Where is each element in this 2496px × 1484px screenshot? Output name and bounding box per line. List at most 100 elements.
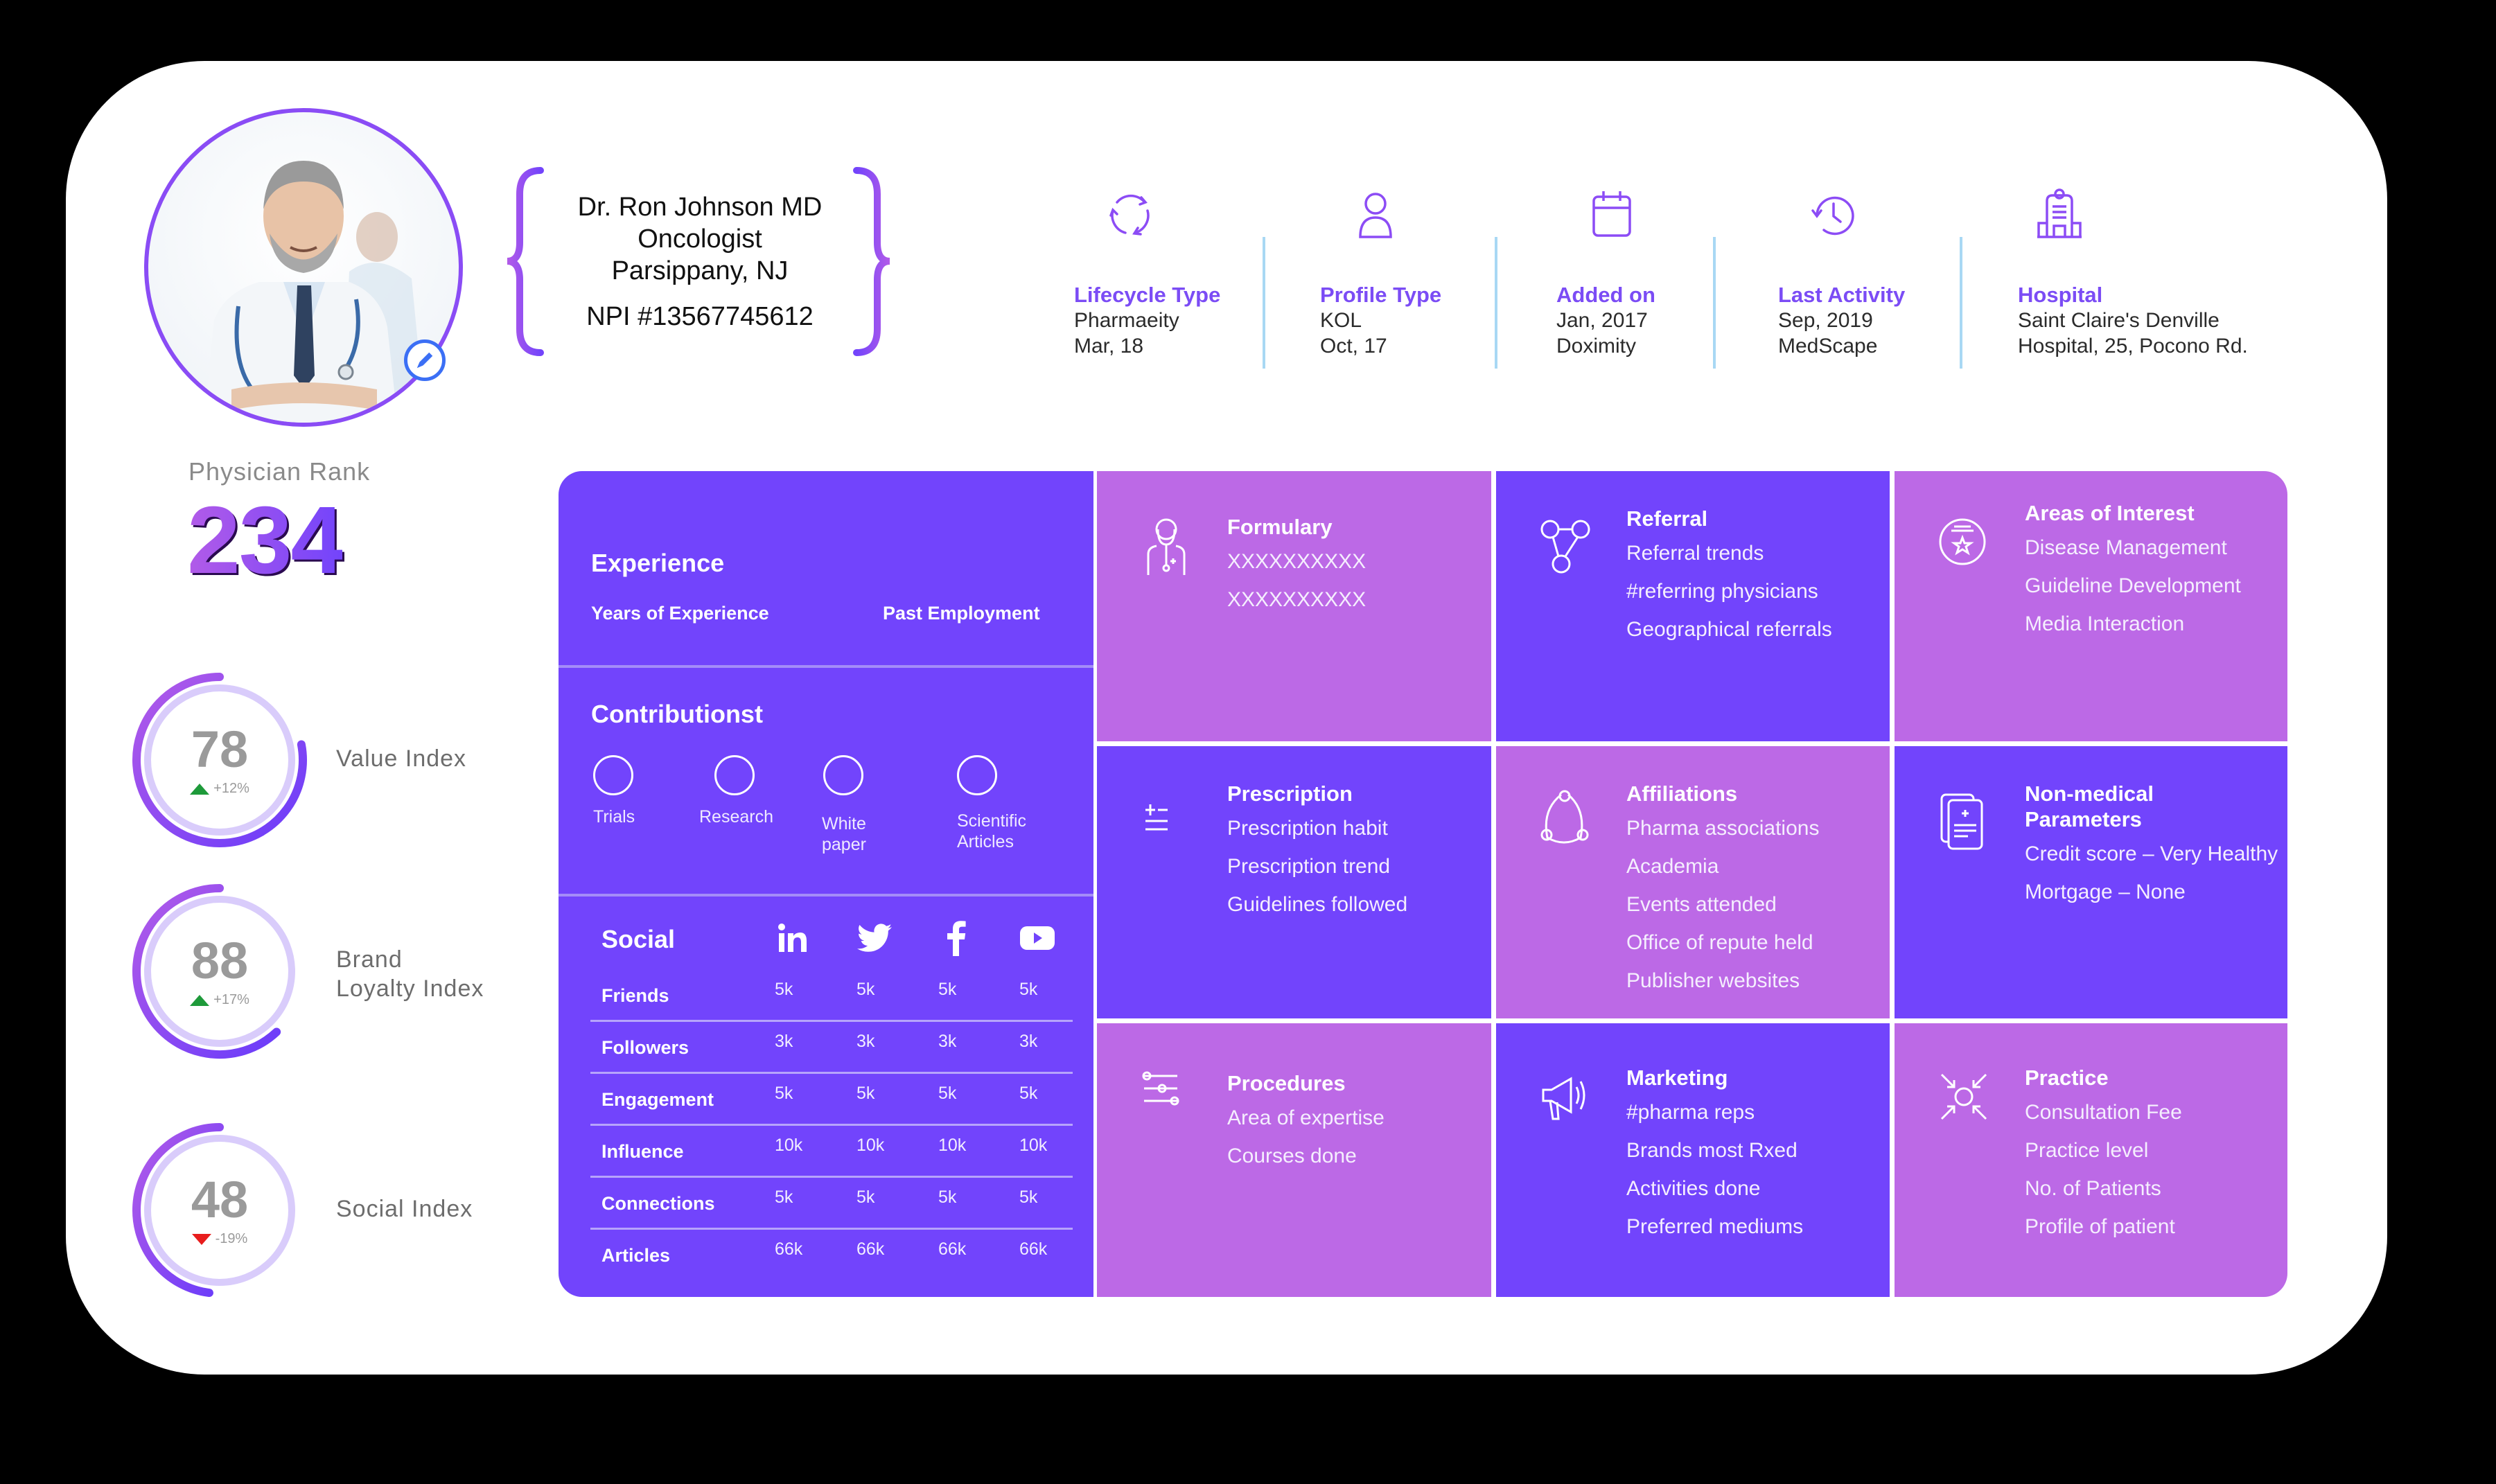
contribution-circle-icon [593, 755, 633, 795]
tile-areas-of-interest[interactable]: Areas of Interest Disease Management Guide… [1895, 471, 2287, 741]
tile-item[interactable]: No. of Patients [2025, 1169, 2182, 1208]
social-index-gauge: 48 -19% [126, 1117, 313, 1304]
divider [559, 894, 1093, 896]
cycle-icon [1109, 194, 1150, 236]
tile-item[interactable]: Profile of patient [2025, 1208, 2182, 1246]
tile-item[interactable]: Referral trends [1626, 534, 1832, 572]
tile-item[interactable]: Prescription trend [1227, 847, 1407, 885]
tile-item[interactable]: Credit score – Very Healthy [2025, 835, 2278, 873]
info-value: MedScape [1778, 335, 1878, 357]
social-cell: 3k [856, 1032, 875, 1051]
tile-item[interactable]: XXXXXXXXXX [1227, 542, 1366, 581]
social-cell: 66k [856, 1239, 885, 1259]
gauge-delta: -19% [126, 1231, 313, 1247]
tile-prescription[interactable]: Prescription Prescription habit Prescripti… [1097, 746, 1491, 1018]
physician-rank-value: 234 [187, 487, 344, 594]
contribution-scientific-articles[interactable]: Scientific Articles [957, 755, 1061, 852]
tile-item[interactable]: Activities done [1626, 1169, 1803, 1208]
contribution-research[interactable]: Research [699, 755, 803, 827]
tile-item[interactable]: Disease Management [2025, 529, 2241, 567]
tile-title: Marketing [1626, 1066, 1728, 1090]
tile-items: Pharma associations Academia Events attend… [1626, 809, 1819, 1000]
social-title: Social [601, 925, 676, 953]
left-brace-icon [507, 167, 544, 356]
tile-formulary[interactable]: Formulary XXXXXXXXXX XXXXXXXXXX [1097, 471, 1491, 741]
brand-loyalty-index-label: Brand Loyalty Index [336, 946, 484, 1002]
social-row-label: Followers [601, 1037, 689, 1058]
tile-marketing[interactable]: Marketing #pharma reps Brands most Rxed Act… [1496, 1023, 1890, 1297]
value-index-label: Value Index [336, 745, 467, 772]
brand-loyalty-index-gauge: 88 +17% [126, 878, 313, 1065]
tile-item[interactable]: Prescription habit [1227, 809, 1407, 847]
tile-item[interactable]: Mortgage – None [2025, 873, 2278, 911]
contribution-white-paper[interactable]: White paper [822, 755, 926, 855]
tile-item[interactable]: #referring physicians [1626, 572, 1832, 610]
facebook-icon[interactable] [938, 920, 974, 956]
social-row-followers: Followers 3k 3k 3k 3k [590, 1022, 1073, 1074]
tile-item[interactable]: Academia [1626, 847, 1819, 885]
social-row-label: Engagement [601, 1089, 714, 1110]
info-label: Last Activity [1778, 283, 1906, 307]
pencil-icon [416, 352, 433, 369]
tile-title: Non-medical Parameters [2025, 781, 2154, 831]
social-cell: 5k [938, 1187, 957, 1207]
social-row-friends: Friends 5k 5k 5k 5k [590, 970, 1073, 1022]
tile-item[interactable]: Events attended [1626, 885, 1819, 924]
social-cell: 10k [856, 1136, 885, 1155]
social-cell: 5k [775, 1084, 793, 1103]
tile-referral[interactable]: Referral Referral trends #referring physic… [1496, 471, 1890, 741]
contribution-circle-icon [957, 755, 997, 795]
divider [1713, 237, 1716, 369]
tile-items: XXXXXXXXXX XXXXXXXXXX [1227, 542, 1366, 619]
tile-item[interactable]: Media Interaction [2025, 605, 2241, 643]
social-cell: 3k [775, 1032, 793, 1051]
tile-items: Referral trends #referring physicians Geog… [1626, 534, 1832, 648]
tile-item[interactable]: XXXXXXXXXX [1227, 581, 1366, 619]
past-employment[interactable]: Past Employment [883, 603, 1040, 624]
social-cell: 10k [1019, 1136, 1048, 1155]
tile-item[interactable]: Guidelines followed [1227, 885, 1407, 924]
contribution-trials[interactable]: Trials [593, 755, 697, 827]
megaphone-icon [1542, 1077, 1585, 1120]
tile-item[interactable]: Area of expertise [1227, 1099, 1385, 1137]
tile-procedures[interactable]: Procedures Area of expertise Courses done [1097, 1023, 1491, 1297]
social-cell: 66k [1019, 1239, 1048, 1259]
tile-item[interactable]: Courses done [1227, 1137, 1385, 1175]
tile-item[interactable]: Geographical referrals [1626, 610, 1832, 648]
social-cell: 66k [938, 1239, 967, 1259]
social-row-engagement: Engagement 5k 5k 5k 5k [590, 1074, 1073, 1126]
calendar-icon [1592, 191, 1631, 237]
tile-item[interactable]: Practice level [2025, 1131, 2182, 1169]
referral-network-icon [1540, 520, 1590, 574]
tile-title: Prescription [1227, 781, 1353, 806]
tile-title: Referral [1626, 506, 1708, 531]
tile-item[interactable]: Brands most Rxed [1626, 1131, 1803, 1169]
tile-item[interactable]: Pharma associations [1626, 809, 1819, 847]
tile-item[interactable]: Guideline Development [2025, 567, 2241, 605]
medical-documents-icon [1940, 793, 1983, 850]
years-of-experience[interactable]: Years of Experience [591, 603, 769, 624]
social-row-label: Friends [601, 985, 669, 1006]
tile-item[interactable]: Office of repute held [1626, 924, 1819, 962]
social-row-articles: Articles 66k 66k 66k 66k [590, 1230, 1073, 1282]
info-added-on: Added on Jan, 2017 Doximity [1556, 187, 1655, 359]
tile-non-medical-parameters[interactable]: Non-medical Parameters Credit score – Ver… [1895, 746, 2287, 1018]
divider [559, 665, 1093, 668]
social-row-influence: Influence 10k 10k 10k 10k [590, 1126, 1073, 1178]
tile-item[interactable]: #pharma reps [1626, 1093, 1803, 1131]
social-cell: 3k [938, 1032, 957, 1051]
info-profile-type: Profile Type KOL Oct, 17 [1320, 187, 1441, 359]
tile-items: Disease Management Guideline Development M… [2025, 529, 2241, 643]
edit-avatar-button[interactable] [404, 339, 446, 381]
twitter-icon[interactable] [856, 920, 893, 956]
tile-item[interactable]: Preferred mediums [1626, 1208, 1803, 1246]
tile-practice[interactable]: Practice Consultation Fee Practice level No… [1895, 1023, 2287, 1297]
info-value: Oct, 17 [1320, 335, 1387, 357]
youtube-icon[interactable] [1019, 920, 1055, 956]
tile-affiliations[interactable]: Affiliations Pharma associations Academia E… [1496, 746, 1890, 1018]
social-cell: 5k [938, 980, 957, 999]
linkedin-icon[interactable] [775, 920, 811, 956]
tile-item[interactable]: Consultation Fee [2025, 1093, 2182, 1131]
right-brace-icon [853, 167, 890, 356]
tile-item[interactable]: Publisher websites [1626, 962, 1819, 1000]
